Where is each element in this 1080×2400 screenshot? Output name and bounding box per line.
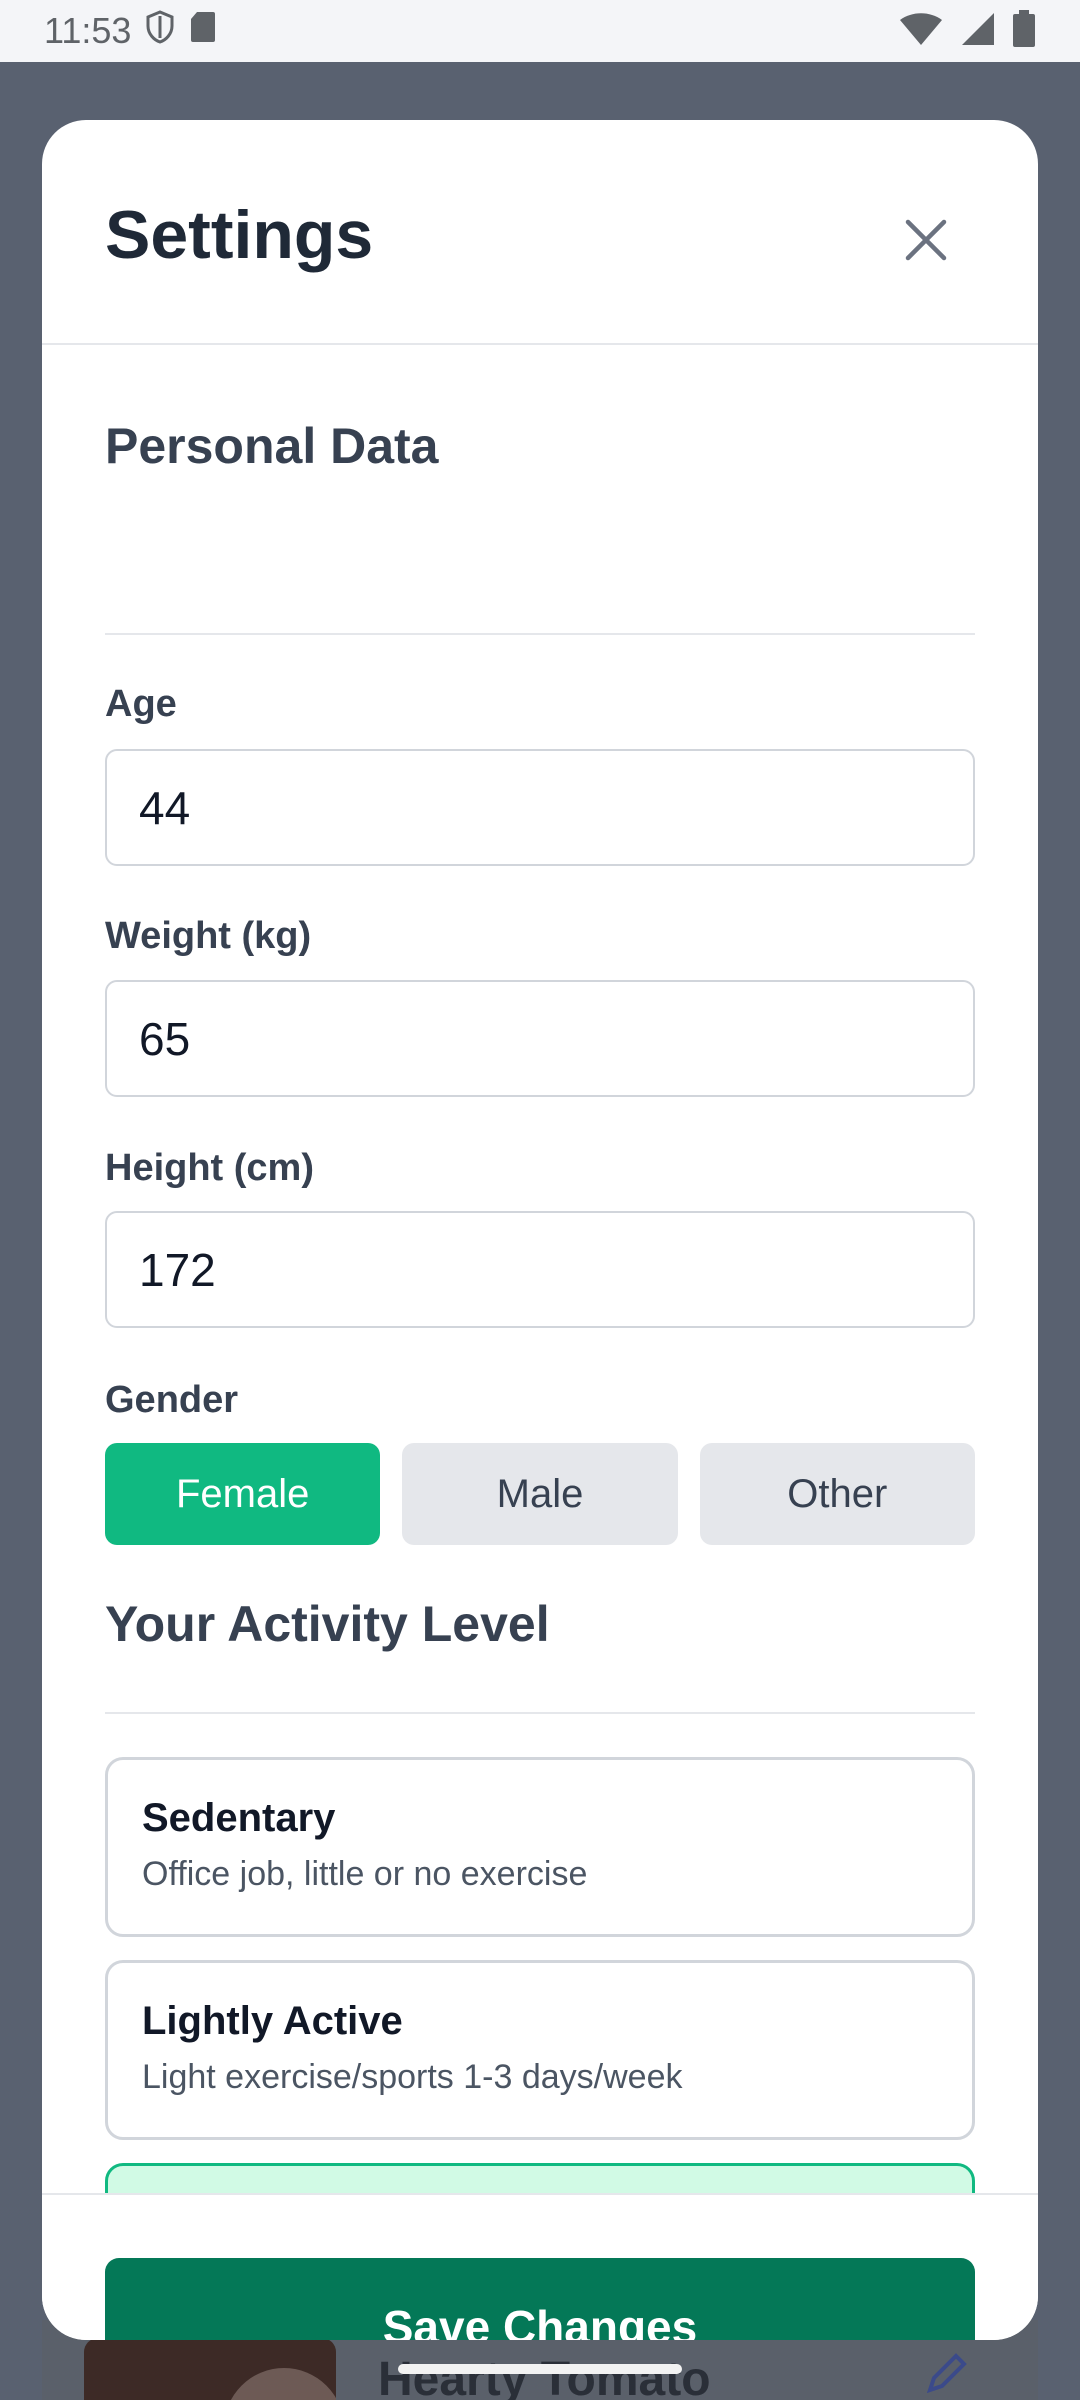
signal-icon [960, 11, 996, 52]
activity-option-selected-partial[interactable] [105, 2163, 975, 2193]
activity-option-description: Office job, little or no exercise [142, 1855, 588, 1893]
home-indicator[interactable] [398, 2364, 682, 2374]
section-divider [105, 1712, 975, 1714]
activity-option-title: Sedentary [142, 1796, 336, 1840]
modal-body[interactable]: Personal Data Age 44 Weight (kg) 65 Heig… [42, 345, 1038, 2193]
pencil-icon [924, 2350, 970, 2400]
wifi-icon [898, 11, 944, 52]
activity-level-heading: Your Activity Level [105, 1596, 550, 1652]
activity-option-lightly-active[interactable]: Lightly Active Light exercise/sports 1-3… [105, 1960, 975, 2140]
shield-icon [145, 9, 175, 53]
close-icon [905, 219, 947, 261]
age-input[interactable]: 44 [105, 749, 975, 866]
gender-option-female[interactable]: Female [105, 1443, 381, 1545]
modal-title: Settings [105, 197, 374, 273]
background-recipe-thumbnail [84, 2338, 336, 2400]
weight-label: Weight (kg) [105, 915, 312, 957]
gender-option-male[interactable]: Male [402, 1443, 678, 1545]
battery-icon [1012, 9, 1036, 53]
height-label: Height (cm) [105, 1147, 314, 1189]
activity-option-sedentary[interactable]: Sedentary Office job, little or no exerc… [105, 1757, 975, 1937]
close-button[interactable] [894, 208, 958, 272]
gender-selector: Female Male Other [105, 1443, 975, 1545]
background-recipe-title: Hearty Tomato [378, 2353, 711, 2400]
modal-footer: Save Changes [42, 2193, 1038, 2340]
age-label: Age [105, 683, 177, 725]
weight-input[interactable]: 65 [105, 980, 975, 1097]
gender-label: Gender [105, 1379, 239, 1421]
save-changes-button[interactable]: Save Changes [105, 2258, 975, 2340]
personal-data-heading: Personal Data [105, 418, 439, 474]
section-divider [105, 633, 975, 635]
status-time: 11:53 [44, 10, 132, 51]
height-input[interactable]: 172 [105, 1211, 975, 1328]
sd-card-icon [189, 10, 217, 53]
modal-header: Settings [42, 120, 1038, 345]
gender-option-other[interactable]: Other [699, 1443, 975, 1545]
activity-option-description: Light exercise/sports 1-3 days/week [142, 2058, 683, 2096]
activity-option-title: Lightly Active [142, 1999, 403, 2043]
settings-modal: Settings Personal Data Age 44 Weight (kg… [42, 120, 1038, 2340]
status-bar: 11:53 [0, 0, 1080, 62]
